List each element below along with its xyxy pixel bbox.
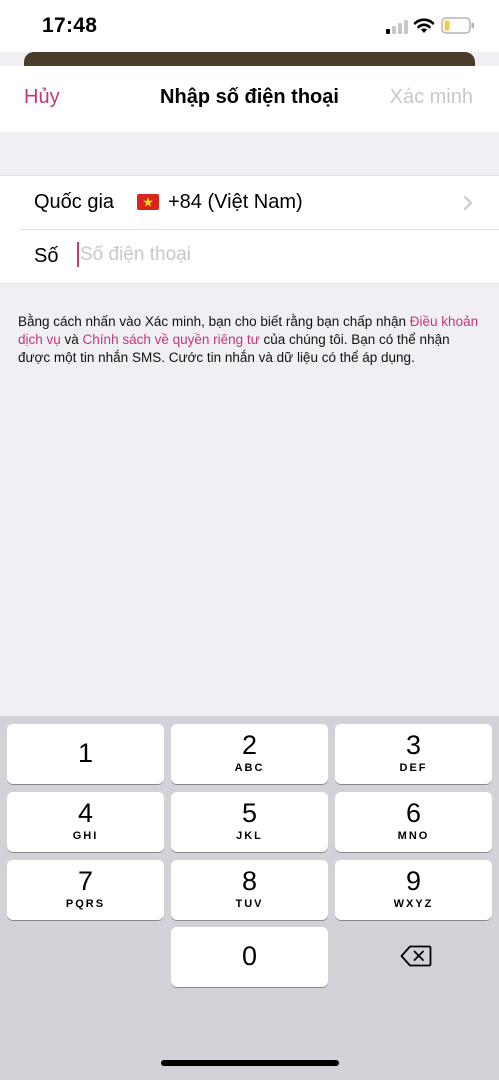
key-letters: WXYZ — [393, 898, 434, 910]
background-sheet-edge — [24, 52, 475, 66]
consent-text-part1: Bằng cách nhấn vào Xác minh, bạn cho biế… — [18, 314, 410, 329]
status-bar: 17:48 — [0, 0, 499, 52]
phone-number-row: Số — [0, 230, 499, 283]
key-letters: MNO — [397, 830, 430, 842]
key-4[interactable]: 4 GHI — [7, 792, 164, 852]
key-9[interactable]: 9 WXYZ — [335, 860, 492, 920]
key-6[interactable]: 6 MNO — [335, 792, 492, 852]
privacy-policy-link[interactable]: Chính sách về quyền riêng tư — [83, 332, 260, 347]
key-digit: 4 — [77, 798, 94, 828]
cancel-button[interactable]: Hủy — [24, 86, 60, 109]
key-2[interactable]: 2 ABC — [171, 724, 328, 784]
navigation-bar: Nhập số điện thoại Hủy Xác minh — [0, 66, 499, 132]
consent-text: Bằng cách nhấn vào Xác minh, bạn cho biế… — [18, 313, 482, 367]
country-value: +84 (Việt Nam) — [168, 191, 303, 213]
country-label: Quốc gia — [34, 191, 115, 213]
phone-form: Quốc gia +84 (Việt Nam) Số — [0, 175, 499, 284]
key-letters: PQRS — [65, 898, 106, 910]
key-3[interactable]: 3 DEF — [335, 724, 492, 784]
text-cursor — [77, 242, 79, 267]
key-letters: DEF — [399, 762, 428, 774]
cellular-signal-icon — [386, 20, 408, 34]
key-letters: GHI — [72, 830, 99, 842]
verify-button[interactable]: Xác minh — [390, 86, 473, 109]
key-digit: 7 — [77, 866, 94, 896]
key-digit: 5 — [241, 798, 258, 828]
consent-text-part2: và — [60, 332, 83, 347]
key-digit: 2 — [241, 730, 258, 760]
battery-icon — [441, 17, 474, 34]
key-1[interactable]: 1 — [7, 724, 164, 784]
backspace-icon[interactable] — [400, 945, 432, 967]
key-0[interactable]: 0 — [171, 927, 328, 987]
key-letters: TUV — [235, 898, 264, 910]
chevron-right-icon — [464, 196, 472, 210]
key-digit: 1 — [77, 738, 94, 768]
key-letters: JKL — [236, 830, 263, 842]
key-letters: ABC — [234, 762, 265, 774]
key-8[interactable]: 8 TUV — [171, 860, 328, 920]
country-selector[interactable]: Quốc gia +84 (Việt Nam) — [0, 176, 499, 229]
key-digit: 8 — [241, 866, 258, 896]
numeric-keyboard: 1 2 ABC 3 DEF 4 GHI 5 JKL 6 MNO 7 PQRS 8… — [0, 716, 499, 1080]
home-indicator[interactable] — [161, 1060, 339, 1066]
key-7[interactable]: 7 PQRS — [7, 860, 164, 920]
vietnam-flag-icon — [137, 194, 159, 210]
key-digit: 0 — [241, 941, 258, 971]
key-5[interactable]: 5 JKL — [171, 792, 328, 852]
status-time: 17:48 — [42, 14, 98, 37]
key-digit: 9 — [405, 866, 422, 896]
number-label: Số — [34, 245, 59, 267]
wifi-icon — [413, 18, 435, 33]
phone-number-input[interactable] — [80, 239, 460, 271]
key-digit: 6 — [405, 798, 422, 828]
key-digit: 3 — [405, 730, 422, 760]
